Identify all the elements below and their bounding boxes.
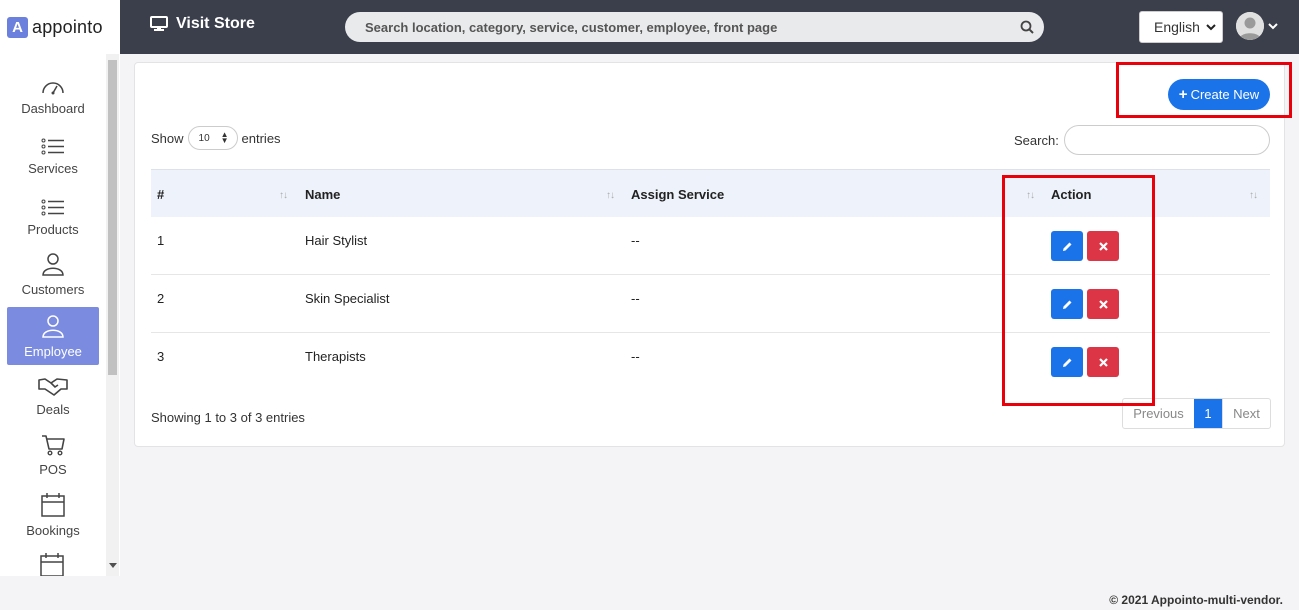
sort-icon[interactable]: ↑↓	[606, 190, 615, 201]
create-new-button[interactable]: + Create New	[1168, 79, 1270, 110]
edit-button[interactable]	[1051, 347, 1083, 377]
pencil-icon	[1062, 358, 1071, 367]
handshake-icon	[38, 378, 68, 396]
scrollbar-thumb[interactable]	[108, 60, 117, 375]
sidebar-item-products[interactable]: Products	[7, 185, 99, 243]
close-icon	[1098, 241, 1108, 251]
monitor-icon	[150, 16, 168, 31]
sidebar-item-label: Customers	[21, 282, 85, 297]
create-new-label: Create New	[1190, 87, 1260, 102]
page-length-select[interactable]: 10 ▲ ▼	[187, 126, 238, 150]
edit-button[interactable]	[1051, 231, 1083, 261]
close-icon	[1098, 299, 1108, 309]
sidebar-scrollbar[interactable]	[106, 54, 119, 576]
sidebar-item-label: Bookings	[26, 523, 80, 538]
calendar-icon	[41, 493, 65, 517]
language-select[interactable]: English	[1139, 11, 1223, 43]
sidebar-item-label: Dashboard	[21, 101, 85, 116]
brand[interactable]: A appointo	[0, 0, 120, 54]
sort-icon[interactable]: ↑↓	[279, 190, 288, 201]
global-search	[345, 12, 1044, 42]
sidebar-item-dashboard[interactable]: Dashboard	[7, 64, 99, 122]
employee-card: + Create New Show 10 ▲ ▼ entries Search: …	[134, 62, 1285, 447]
cell-number: 3	[157, 349, 165, 364]
sidebar-item-customers[interactable]: Customers	[7, 245, 99, 303]
sidebar-item-pos[interactable]: POS	[7, 425, 99, 483]
chevron-down-icon	[1206, 24, 1216, 31]
footer-copyright: © 2021 Appointo-multi-vendor.	[1109, 593, 1283, 607]
close-icon	[1098, 357, 1108, 367]
calendar-icon	[40, 553, 64, 576]
brand-logo: A	[7, 16, 28, 38]
page-length-value: 10	[198, 132, 210, 144]
col-header-action[interactable]: Action	[1051, 187, 1091, 202]
sidebar-item-label: Employee	[24, 344, 82, 359]
sidebar-item-employee[interactable]: Employee	[7, 307, 99, 365]
table-search-label: Search:	[1014, 133, 1059, 148]
sidebar-item-services[interactable]: Services	[7, 124, 99, 182]
chevron-down-icon	[1268, 23, 1278, 30]
gauge-icon	[42, 82, 64, 95]
pagination-next[interactable]: Next	[1222, 399, 1270, 428]
delete-button[interactable]	[1087, 231, 1119, 261]
scroll-down-arrow-icon[interactable]	[109, 563, 117, 568]
brand-name: appointo	[32, 16, 103, 37]
user-avatar-icon	[1236, 12, 1264, 40]
visit-store-link[interactable]: Visit Store	[150, 15, 255, 33]
sidebar-item-deals[interactable]: Deals	[7, 365, 99, 423]
cell-number: 1	[157, 233, 165, 248]
sort-icon[interactable]: ↑↓	[1026, 190, 1035, 201]
cell-service: --	[631, 349, 640, 364]
cell-name: Skin Specialist	[305, 291, 390, 306]
sidebar: Dashboard Services Products Customers Em…	[0, 54, 120, 576]
cell-service: --	[631, 291, 640, 306]
delete-button[interactable]	[1087, 347, 1119, 377]
pagination-previous[interactable]: Previous	[1123, 399, 1194, 428]
cell-name: Therapists	[305, 349, 366, 364]
pagination: Previous 1 Next	[1122, 398, 1271, 429]
list-icon	[41, 199, 64, 216]
pencil-icon	[1062, 300, 1071, 309]
topbar: Visit Store English	[120, 0, 1299, 54]
col-header-number[interactable]: #	[157, 187, 164, 202]
sidebar-item-label: POS	[39, 462, 67, 477]
sort-icon[interactable]: ↑↓	[1249, 190, 1258, 201]
table-row: 2 Skin Specialist --	[151, 275, 1270, 333]
page-length-control: Show 10 ▲ ▼ entries	[151, 126, 281, 150]
delete-button[interactable]	[1087, 289, 1119, 319]
entries-label: entries	[241, 130, 281, 146]
language-value: English	[1154, 19, 1200, 35]
cell-number: 2	[157, 291, 165, 306]
global-search-input[interactable]	[365, 19, 1005, 35]
user-icon	[42, 315, 64, 338]
table-search-input[interactable]	[1064, 125, 1270, 155]
plus-icon: +	[1178, 86, 1188, 103]
edit-button[interactable]	[1051, 289, 1083, 319]
table-info: Showing 1 to 3 of 3 entries	[151, 410, 305, 425]
table-header: # ↑↓ Name ↑↓ Assign Service ↑↓ Action ↑↓	[151, 169, 1270, 217]
employee-table: # ↑↓ Name ↑↓ Assign Service ↑↓ Action ↑↓…	[151, 169, 1270, 391]
updown-icon: ▲ ▼	[220, 130, 229, 145]
sidebar-item-label: Products	[27, 222, 79, 237]
user-menu[interactable]	[1236, 12, 1279, 40]
search-icon[interactable]	[1020, 20, 1034, 34]
avatar	[1236, 12, 1264, 40]
visit-store-label: Visit Store	[176, 15, 255, 32]
table-row: 3 Therapists --	[151, 333, 1270, 391]
show-label: Show	[151, 130, 184, 146]
pagination-page-1[interactable]: 1	[1194, 399, 1222, 428]
pencil-icon	[1062, 242, 1071, 251]
user-icon	[42, 253, 64, 276]
cell-service: --	[631, 233, 640, 248]
sidebar-item-label: Services	[28, 161, 78, 176]
col-header-name[interactable]: Name	[305, 187, 340, 202]
cart-icon	[42, 435, 65, 456]
sidebar-item-bookings[interactable]: Bookings	[7, 486, 99, 544]
table-row: 1 Hair Stylist --	[151, 217, 1270, 275]
cell-name: Hair Stylist	[305, 233, 368, 248]
list-icon	[41, 138, 64, 155]
sidebar-item-label: Deals	[36, 402, 70, 417]
col-header-assign-service[interactable]: Assign Service	[631, 187, 724, 202]
